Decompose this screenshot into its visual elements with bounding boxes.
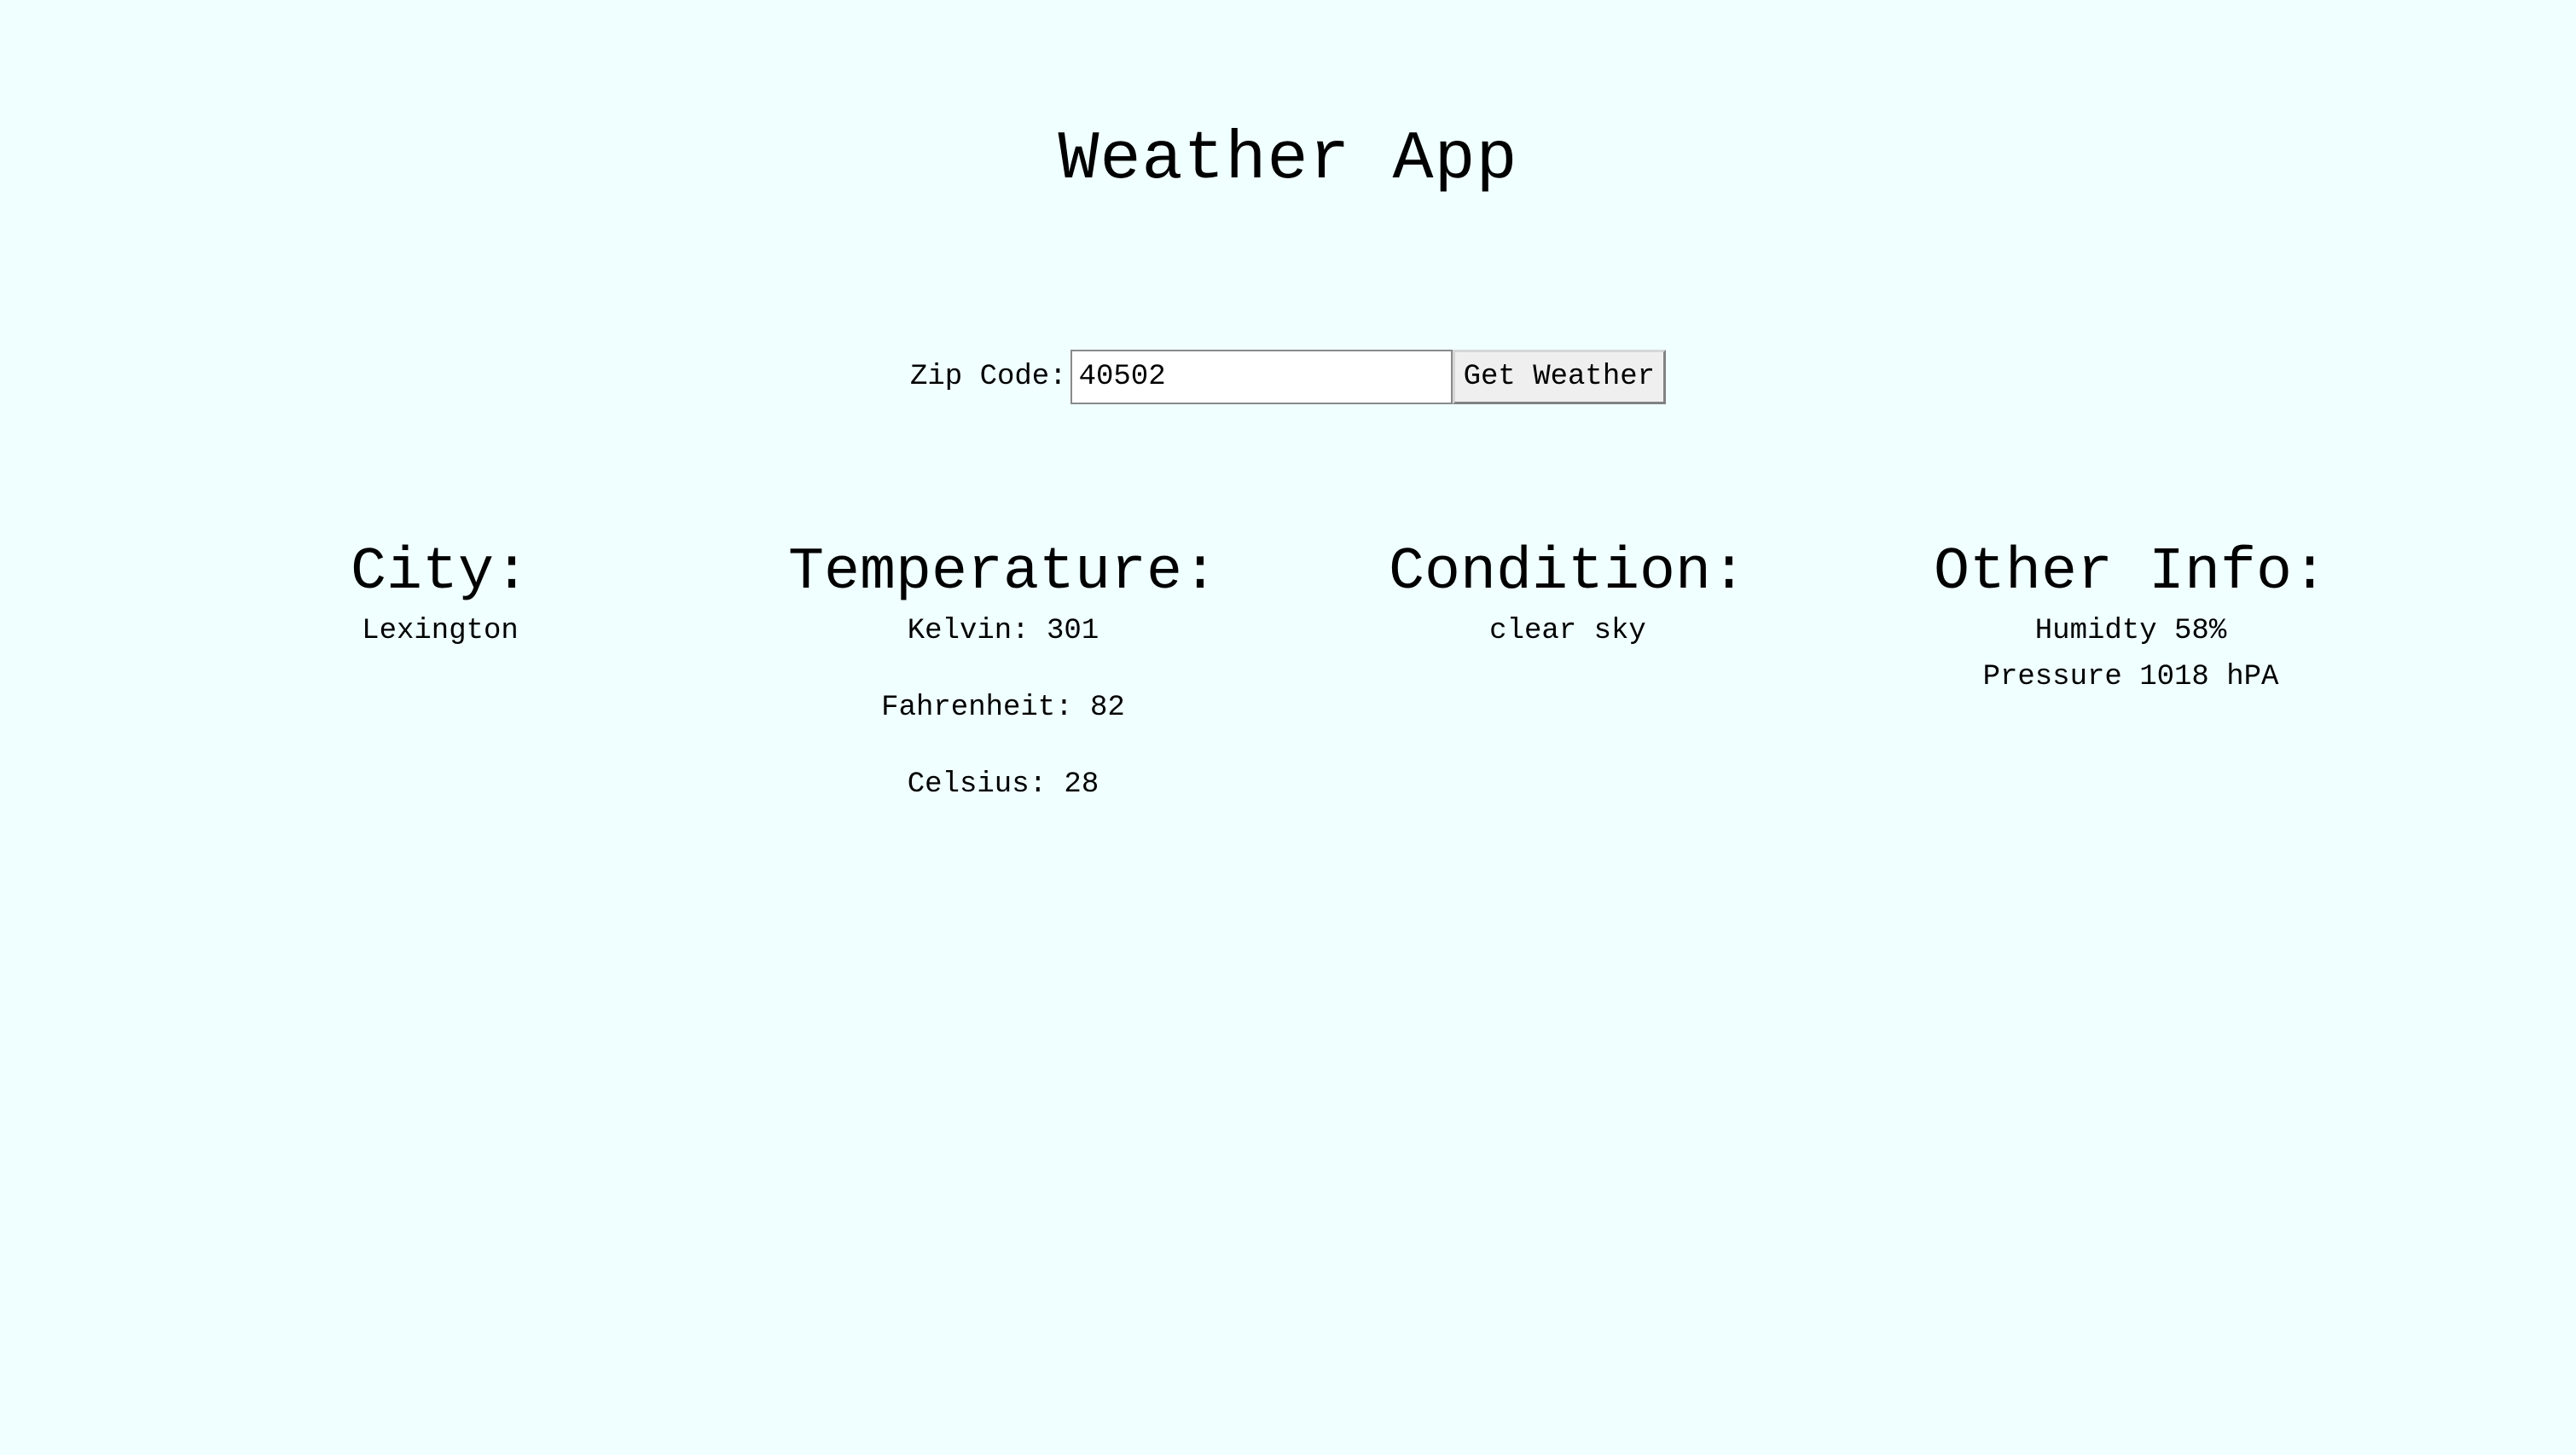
condition-heading: Condition:	[1388, 539, 1748, 606]
condition-section: Condition: clear sky	[1312, 539, 1824, 648]
humidity-value: Humidty 58%	[2034, 615, 2227, 647]
city-section: City: Lexington	[270, 539, 611, 648]
city-value: Lexington	[362, 615, 519, 647]
zip-form: Zip Code: Get Weather	[0, 350, 2576, 404]
zip-code-input[interactable]	[1070, 350, 1453, 404]
condition-value: clear sky	[1489, 615, 1646, 647]
celsius-value: Celsius: 28	[907, 768, 1099, 801]
get-weather-button[interactable]: Get Weather	[1452, 350, 1667, 404]
other-info-heading: Other Info:	[1933, 539, 2329, 606]
kelvin-value: Kelvin: 301	[907, 615, 1099, 647]
fahrenheit-value: Fahrenheit: 82	[881, 692, 1125, 724]
temperature-section: Temperature: Kelvin: 301 Fahrenheit: 82 …	[705, 539, 1302, 802]
other-info-section: Other Info: Humidty 58% Pressure 1018 hP…	[1875, 539, 2387, 694]
page-title: Weather App	[1058, 121, 1518, 199]
zip-code-label: Zip Code:	[909, 361, 1067, 393]
temperature-heading: Temperature:	[787, 539, 1219, 606]
city-heading: City:	[350, 539, 531, 606]
pressure-value: Pressure 1018 hPA	[1982, 661, 2279, 693]
